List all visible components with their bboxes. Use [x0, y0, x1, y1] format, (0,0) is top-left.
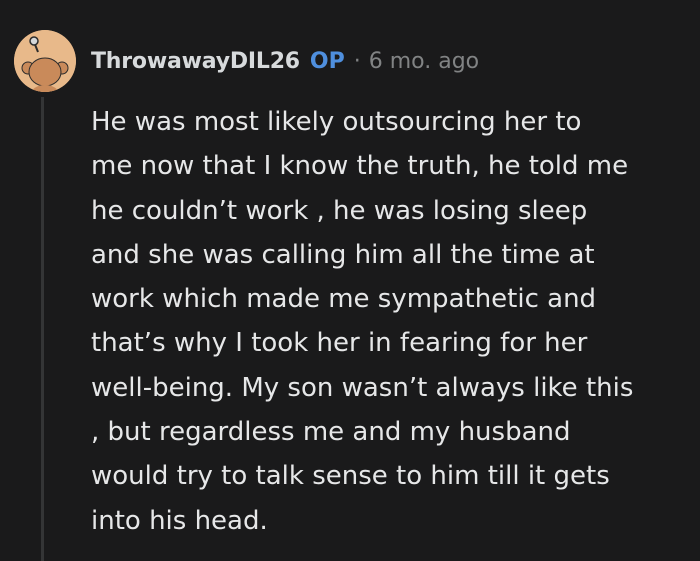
thread-collapse-line[interactable]	[41, 97, 44, 561]
op-badge: OP	[309, 48, 345, 74]
comment-body-line: he couldn’t work , he was losing sleep	[91, 195, 588, 226]
comment-page: ThrowawayDIL26 OP · 6 mo. ago He was mos…	[0, 0, 700, 561]
timestamp[interactable]: 6 mo. ago	[369, 49, 479, 74]
comment-body-line: , but regardless me and my husband	[91, 417, 571, 448]
comment-body-line: and she was calling him all the time at	[91, 239, 595, 270]
comment-body-line: that’s why I took her in fearing for her	[91, 328, 588, 359]
snoo-avatar-icon	[14, 30, 76, 92]
username-link[interactable]: ThrowawayDIL26	[91, 49, 300, 74]
comment-body: He was most likely outsourcing her to me…	[91, 100, 691, 543]
comment-header: ThrowawayDIL26 OP · 6 mo. ago	[91, 44, 479, 78]
comment-body-line: work which made me sympathetic and	[91, 284, 597, 315]
comment-body-line: He was most likely outsourcing her to	[91, 107, 582, 137]
comment-body-line: would try to talk sense to him till it g…	[91, 461, 610, 492]
separator-dot: ·	[353, 48, 361, 74]
avatar[interactable]	[14, 30, 76, 92]
comment-body-line: me now that I know the truth, he told me	[91, 151, 629, 182]
comment-body-line: well-being. My son wasn’t always like th…	[91, 372, 634, 403]
comment-body-line: into his head.	[91, 505, 268, 536]
